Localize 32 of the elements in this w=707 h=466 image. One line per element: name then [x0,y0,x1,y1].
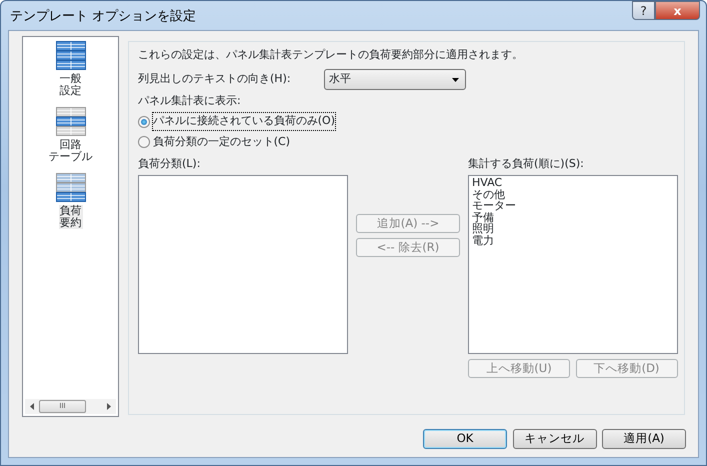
list-item[interactable]: 照明 [472,223,674,234]
radio-button[interactable] [138,116,150,128]
load-classes-label: 負荷分類(L): [138,156,202,172]
list-item[interactable]: 電力 [472,234,674,246]
orientation-dropdown[interactable]: 水平 [324,69,466,90]
load-classes-list[interactable] [138,175,348,354]
orientation-label: 列見出しのテキストの向き(H): [138,71,292,88]
table-icon [56,107,86,136]
sidebar-item[interactable]: 一般 設定 [58,73,82,97]
cancel-button[interactable]: キャンセル [512,429,596,449]
apply-button[interactable]: 適用(A) [602,429,686,449]
help-button[interactable]: ? [632,1,655,20]
radio-label[interactable]: パネルに接続されている負荷のみ(O) [152,113,335,130]
table-icon [56,173,86,202]
sidebar-item[interactable]: 回路 テーブル [48,139,94,163]
display-label: パネル集計表に表示: [138,92,242,109]
ok-button[interactable]: OK [423,429,507,449]
list-item[interactable]: モーター [472,200,674,212]
summary-loads-label: 集計する負荷(順に)(S): [468,156,585,172]
radio-button[interactable] [138,136,150,148]
radio-label[interactable]: 負荷分類の一定のセット(C) [152,134,290,150]
sidebar-item[interactable]: 負荷 要約 [58,205,82,229]
window-title: テンプレート オプションを設定 [10,8,198,26]
summary-loads-list[interactable]: HVAC その他 モーター 予備 照明 電力 [468,175,678,354]
scroll-left-icon[interactable] [30,403,34,410]
caret-icon [452,78,459,82]
table-icon [56,41,86,70]
list-item[interactable]: 予備 [472,212,674,223]
list-item[interactable]: その他 [472,188,674,200]
list-item[interactable]: HVAC [472,177,674,188]
description-text: これらの設定は、パネル集計表テンプレートの負荷要約部分に適用されます。 [138,47,524,63]
scroll-right-icon[interactable] [107,403,111,410]
